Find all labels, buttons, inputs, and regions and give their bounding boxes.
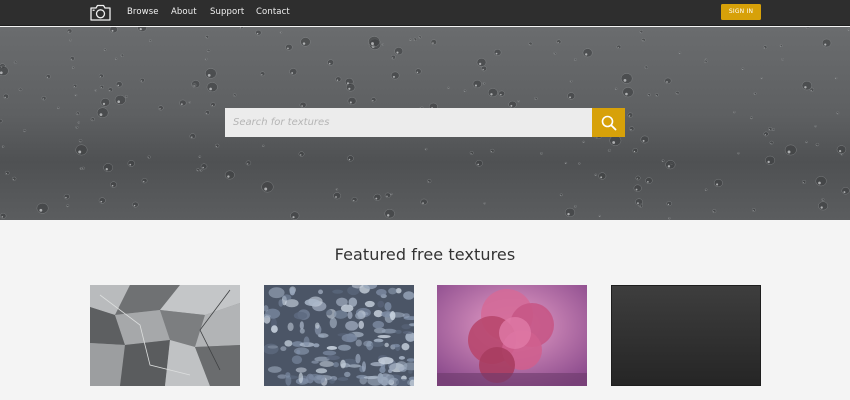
top-navigation-bar: Browse About Support Contact SIGN IN [0,0,850,26]
search-input[interactable] [225,108,592,137]
nav-link-support[interactable]: Support [210,7,244,17]
nav-link-about[interactable]: About [171,7,197,17]
sign-in-button[interactable]: SIGN IN [721,4,761,20]
texture-thumbnail-frost[interactable] [264,285,414,386]
search-button[interactable] [592,108,625,137]
texture-thumbnail-pink-smoke[interactable] [437,285,587,386]
nav-link-browse[interactable]: Browse [127,7,159,17]
texture-thumbnail-crumpled-foil[interactable] [90,285,240,386]
featured-title: Featured free textures [334,245,516,264]
hero-banner [0,27,850,220]
texture-thumbnail-dark-leather[interactable] [611,285,761,386]
nav-link-contact[interactable]: Contact [256,7,290,17]
search-icon [601,115,617,131]
camera-icon[interactable] [89,3,112,22]
